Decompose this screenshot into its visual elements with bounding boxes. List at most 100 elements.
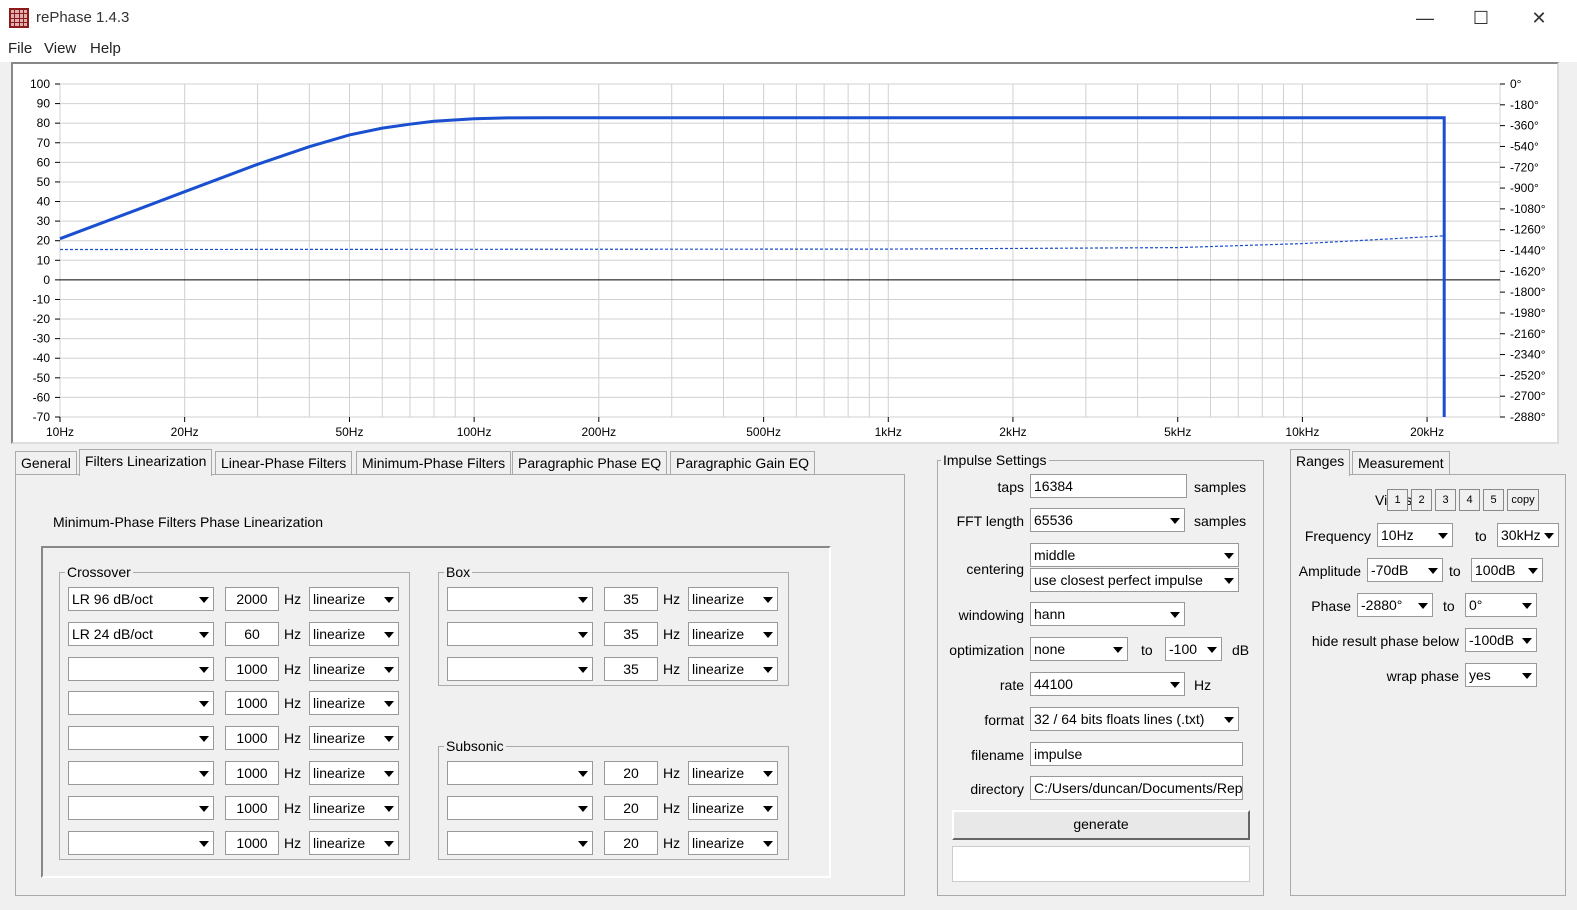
filter-type-select[interactable] [68, 761, 214, 785]
chevron-down-icon [1518, 631, 1534, 649]
wrap-phase-select[interactable]: yes [1465, 663, 1537, 687]
wrap-phase-value: yes [1469, 667, 1491, 683]
filter-mode-select[interactable]: linearize [688, 656, 778, 681]
filter-mode-select[interactable]: linearize [688, 830, 778, 855]
amplitude-from-select[interactable]: -70dB [1367, 558, 1443, 582]
filter-mode-select[interactable]: linearize [309, 795, 399, 820]
filter-frequency-input[interactable]: 1000 [225, 726, 279, 751]
generate-button[interactable]: generate [952, 810, 1250, 840]
frequency-from-select[interactable]: 10Hz [1377, 523, 1453, 547]
filter-type-select[interactable] [447, 656, 593, 681]
format-select[interactable]: 32 / 64 bits floats lines (.txt) [1030, 707, 1239, 731]
filter-type-select[interactable] [68, 691, 214, 716]
filter-type-select[interactable] [68, 726, 214, 751]
x-tick-label: 20Hz [171, 425, 199, 439]
filter-mode-select[interactable]: linearize [688, 761, 778, 785]
copy-view-button[interactable]: copy [1507, 489, 1539, 511]
filter-frequency-input[interactable]: 20 [604, 795, 658, 820]
filter-mode-select[interactable]: linearize [309, 830, 399, 855]
filter-type-select[interactable]: LR 24 dB/oct [68, 621, 214, 646]
tab-minimum-phase-filters[interactable]: Minimum-Phase Filters [356, 451, 512, 475]
filter-mode-select[interactable]: linearize [309, 726, 399, 751]
filter-mode-select[interactable]: linearize [309, 691, 399, 716]
optimization-db-select[interactable]: -100 [1165, 637, 1222, 661]
phase-to-select[interactable]: 0° [1465, 593, 1537, 617]
filter-frequency-input[interactable]: 35 [604, 587, 658, 611]
filter-type-select[interactable] [447, 795, 593, 820]
x-tick-label: 2kHz [999, 425, 1026, 439]
chevron-down-icon [759, 659, 775, 678]
filter-frequency-input[interactable]: 1000 [225, 691, 279, 716]
filter-type-select[interactable]: LR 96 dB/oct [68, 587, 214, 611]
tab-paragraphic-gain-eq[interactable]: Paragraphic Gain EQ [670, 451, 816, 475]
rate-select[interactable]: 44100 [1030, 672, 1185, 696]
amplitude-to-select[interactable]: 100dB [1471, 558, 1543, 582]
y-tick-label: 70 [37, 136, 51, 150]
optimization-select[interactable]: none [1030, 637, 1128, 661]
filter-type-select[interactable] [447, 587, 593, 611]
filter-type-select[interactable] [68, 830, 214, 855]
view-1-button[interactable]: 1 [1387, 489, 1408, 511]
filter-mode-select[interactable]: linearize [309, 587, 399, 611]
filter-frequency-input[interactable]: 2000 [225, 587, 279, 611]
filter-mode-select[interactable]: linearize [309, 761, 399, 785]
filter-type-select[interactable] [68, 795, 214, 820]
maximize-icon[interactable]: ☐ [1466, 6, 1496, 30]
fft-length-value: 65536 [1034, 512, 1073, 528]
tab-filters-linearization[interactable]: Filters Linearization [79, 449, 213, 476]
filter-mode-select[interactable]: linearize [309, 621, 399, 646]
minimize-icon[interactable]: — [1410, 6, 1440, 30]
close-icon[interactable]: ✕ [1524, 6, 1554, 30]
tab-general[interactable]: General [15, 451, 77, 475]
filter-mode-select[interactable]: linearize [309, 656, 399, 681]
filter-frequency-unit: Hz [284, 799, 302, 816]
tab-paragraphic-phase-eq[interactable]: Paragraphic Phase EQ [512, 451, 668, 475]
taps-label: taps [997, 479, 1024, 495]
view-2-button[interactable]: 2 [1411, 489, 1432, 511]
tab-linear-phase-filters[interactable]: Linear-Phase Filters [215, 451, 353, 475]
filter-type-select[interactable] [447, 761, 593, 785]
frequency-to-select[interactable]: 30kHz [1497, 523, 1559, 547]
filter-frequency-input[interactable]: 1000 [225, 656, 279, 681]
filter-mode-select[interactable]: linearize [688, 795, 778, 820]
filter-frequency-unit: Hz [284, 765, 302, 781]
filter-frequency-input[interactable]: 20 [604, 761, 658, 785]
directory-input[interactable]: C:/Users/duncan/Documents/Rep [1030, 776, 1243, 800]
fft-length-select[interactable]: 65536 [1030, 508, 1185, 532]
filter-frequency-input[interactable]: 35 [604, 656, 658, 681]
filter-frequency-input[interactable]: 1000 [225, 830, 279, 855]
filter-mode-select[interactable]: linearize [688, 587, 778, 611]
response-chart[interactable]: 100 90 80 70 60 50 40 30 20 10 0 -10 -20 -30 -40 -50 -60… [11, 62, 1559, 444]
view-4-button[interactable]: 4 [1459, 489, 1480, 511]
menu-help[interactable]: Help [90, 40, 121, 57]
filter-frequency-input[interactable]: 60 [225, 621, 279, 646]
filter-frequency-unit: Hz [284, 625, 302, 642]
menu-bar: File View Help [0, 36, 1577, 62]
centering-select[interactable]: middle [1030, 543, 1239, 567]
filename-input[interactable]: impulse [1030, 742, 1243, 766]
filter-type-select[interactable] [447, 621, 593, 646]
hide-phase-select[interactable]: -100dB [1465, 628, 1537, 652]
tab-measurement[interactable]: Measurement [1352, 451, 1450, 475]
menu-view[interactable]: View [44, 40, 76, 57]
windowing-select[interactable]: hann [1030, 602, 1185, 626]
filter-frequency-input[interactable]: 1000 [225, 761, 279, 785]
tab-ranges[interactable]: Ranges [1290, 449, 1351, 476]
frequency-response-plot[interactable]: 1009080706050403020100-10-20-30-40-50-60… [13, 64, 1557, 442]
filter-frequency-input[interactable]: 20 [604, 830, 658, 855]
filter-type-select[interactable] [447, 830, 593, 855]
x-tick-label: 20kHz [1410, 425, 1444, 439]
menu-file[interactable]: File [8, 40, 32, 57]
phase-from-select[interactable]: -2880° [1357, 593, 1433, 617]
view-5-button[interactable]: 5 [1483, 489, 1504, 511]
filter-frequency-input[interactable]: 1000 [225, 795, 279, 820]
window-title: rePhase 1.4.3 [36, 9, 130, 26]
taps-unit: samples [1194, 479, 1247, 495]
filter-frequency-input[interactable]: 35 [604, 621, 658, 646]
view-3-button[interactable]: 3 [1435, 489, 1456, 511]
filter-type-select[interactable] [68, 656, 214, 681]
rate-unit: Hz [1194, 677, 1212, 693]
taps-input[interactable]: 16384 [1030, 474, 1187, 498]
filter-mode-select[interactable]: linearize [688, 621, 778, 646]
centering-mode-select[interactable]: use closest perfect impulse [1030, 568, 1239, 592]
